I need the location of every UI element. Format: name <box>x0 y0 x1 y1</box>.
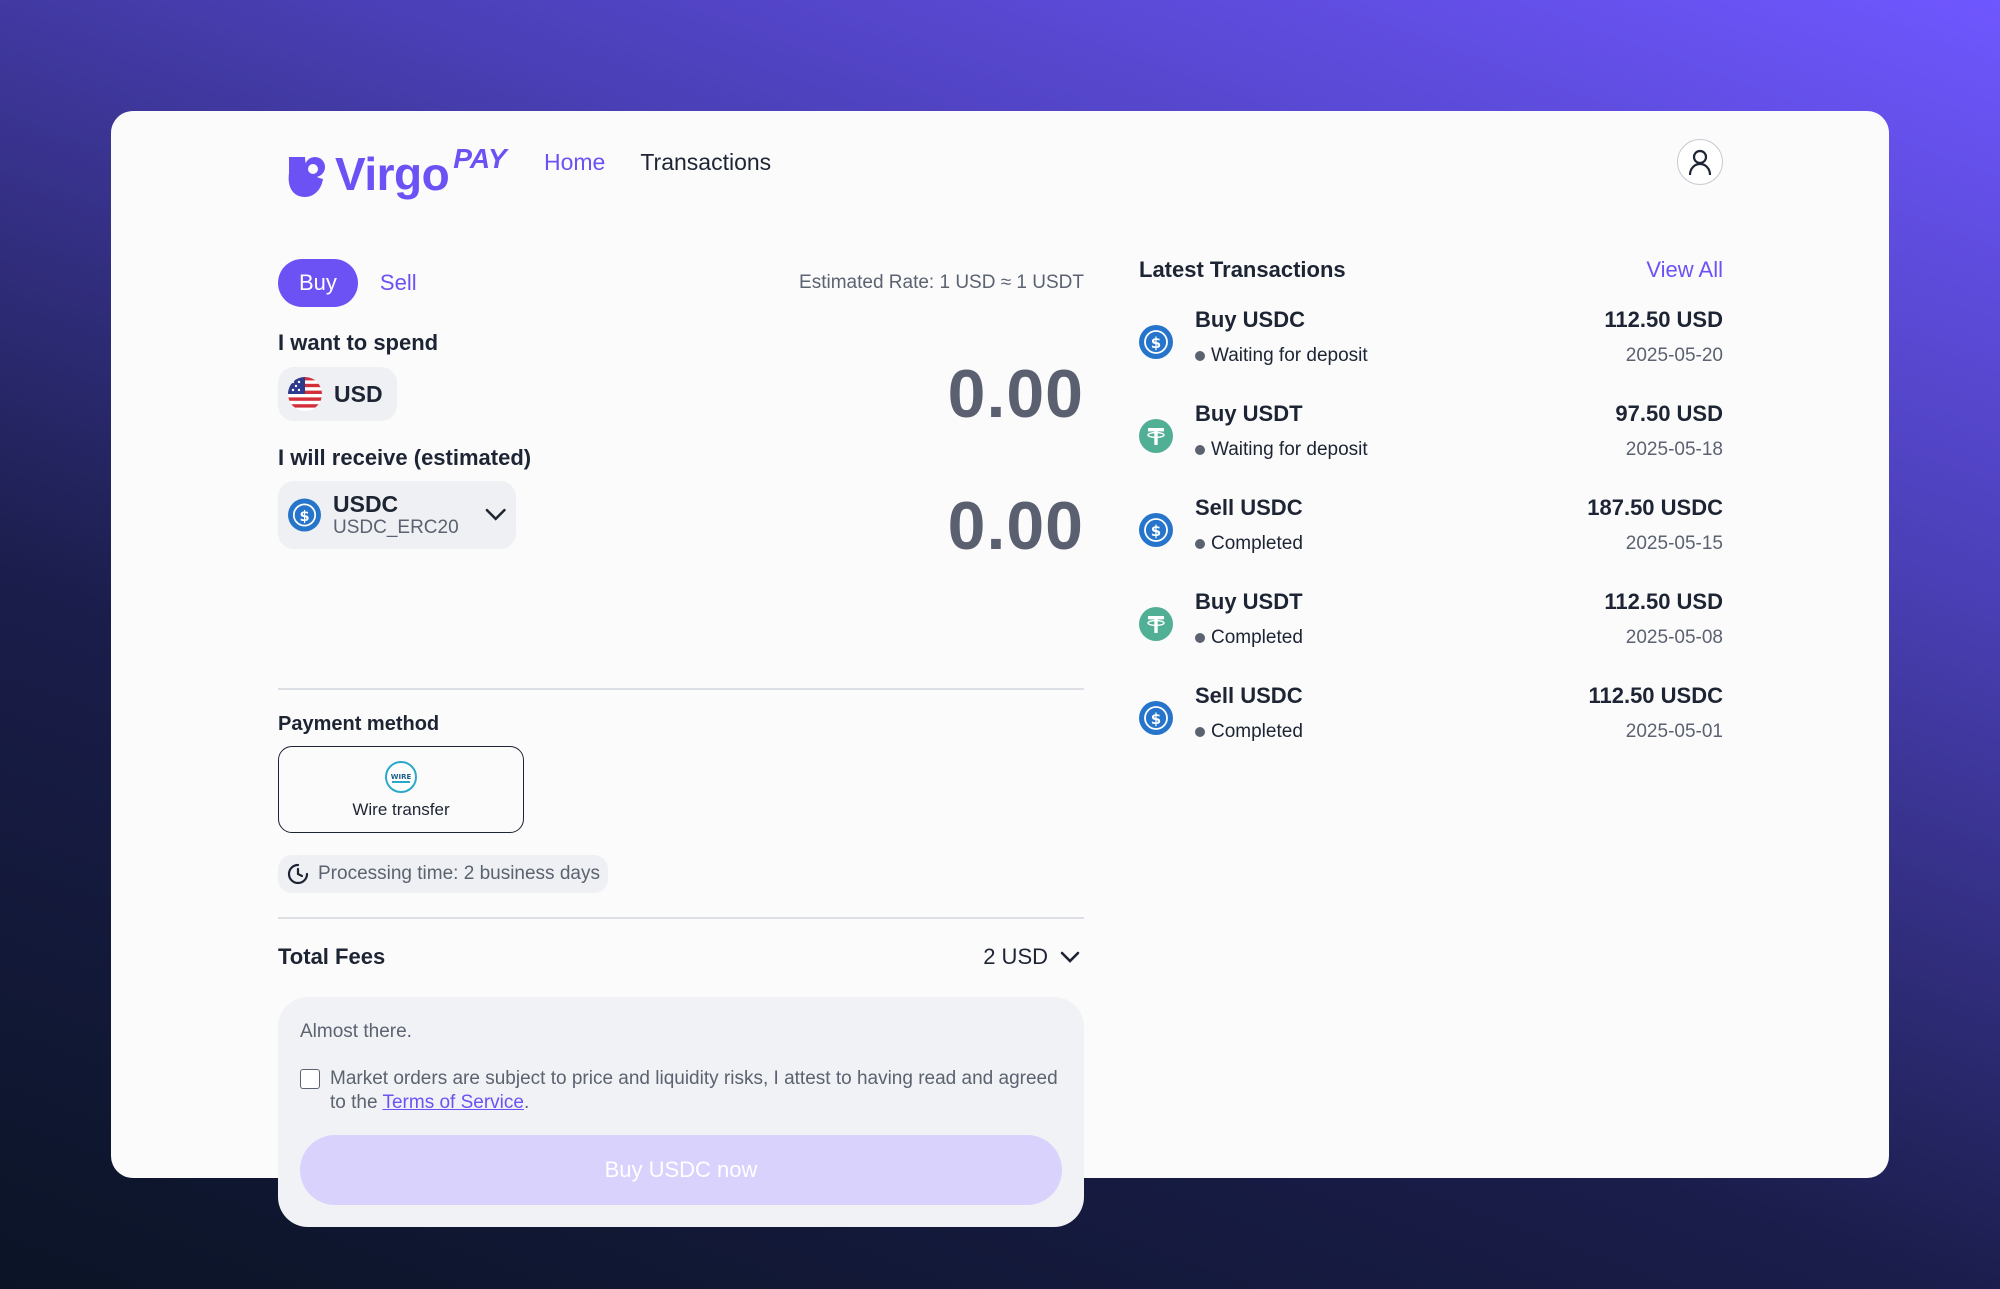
clock-icon <box>287 863 309 885</box>
transaction-status: Waiting for deposit <box>1195 345 1368 367</box>
transaction-date: 2025-05-18 <box>1625 439 1723 460</box>
chevron-down-icon <box>1060 951 1080 963</box>
divider <box>278 688 1084 690</box>
nav-home[interactable]: Home <box>544 149 605 176</box>
transaction-amount: 112.50 USD <box>1604 307 1723 332</box>
transaction-row[interactable]: Buy USDT Waiting for deposit 97.50 USD 2… <box>1139 401 1723 471</box>
total-fees-label: Total Fees <box>278 944 386 969</box>
top-nav: Home Transactions <box>544 149 771 176</box>
almost-there-text: Almost there. <box>300 1021 412 1042</box>
transaction-amount: 112.50 USDC <box>1588 683 1723 708</box>
usdt-icon <box>1139 419 1173 453</box>
logo-mark-icon <box>288 157 325 197</box>
buy-now-button[interactable]: Buy USDC now <box>300 1135 1062 1205</box>
wire-badge-text: WIRE <box>391 773 412 781</box>
trade-panel: Buy Sell Estimated Rate: 1 USD ≈ 1 USDT … <box>278 259 1084 1227</box>
receive-network: USDC_ERC20 <box>333 517 459 538</box>
transaction-date: 2025-05-01 <box>1625 721 1723 742</box>
svg-text:$: $ <box>1151 334 1161 352</box>
terms-text: Market orders are subject to price and l… <box>330 1067 1062 1115</box>
usdc-icon: $ <box>1139 325 1173 359</box>
divider <box>278 917 1084 919</box>
nav-transactions[interactable]: Transactions <box>640 149 771 176</box>
estimated-rate: Estimated Rate: 1 USD ≈ 1 USDT <box>799 272 1084 293</box>
transaction-date: 2025-05-15 <box>1625 533 1723 554</box>
status-dot <box>1195 445 1205 455</box>
transaction-date: 2025-05-08 <box>1625 627 1723 648</box>
payment-method-name: Wire transfer <box>352 799 450 819</box>
status-text: Completed <box>1211 533 1303 554</box>
terms-text-end: . <box>523 1092 530 1113</box>
svg-text:$: $ <box>1151 522 1161 540</box>
confirm-box: Almost there. Market orders are subject … <box>278 997 1084 1227</box>
total-fees-value: 2 USD <box>983 944 1048 969</box>
status-dot <box>1195 727 1205 737</box>
terms-row: Market orders are subject to price and l… <box>300 1067 1062 1115</box>
latest-transactions-title: Latest Transactions <box>1139 257 1346 282</box>
status-dot <box>1195 633 1205 643</box>
transaction-date: 2025-05-20 <box>1625 345 1723 366</box>
status-text: Waiting for deposit <box>1211 439 1368 460</box>
usdc-icon: $ <box>1139 701 1173 735</box>
processing-time-badge: Processing time: 2 business days <box>278 855 608 893</box>
svg-text:$: $ <box>1151 710 1161 728</box>
transaction-name: Sell USDC <box>1195 683 1303 708</box>
spend-label: I want to spend <box>278 330 439 355</box>
status-text: Completed <box>1211 721 1303 742</box>
receive-currency: USDC <box>333 491 399 517</box>
usdc-icon: $ <box>288 498 321 532</box>
payment-method-label: Payment method <box>278 713 440 735</box>
terms-of-service-link[interactable]: Terms of Service <box>382 1092 523 1113</box>
transaction-status: Completed <box>1195 533 1303 555</box>
user-icon <box>1688 149 1712 176</box>
receive-currency-dropdown[interactable]: $ USDC USDC_ERC20 <box>278 481 516 549</box>
tab-sell[interactable]: Sell <box>380 270 417 296</box>
transaction-name: Buy USDT <box>1195 401 1303 426</box>
main-card: Virgo PAY Home Transactions Buy Sell Est… <box>111 111 1889 1227</box>
logo-pay: PAY <box>453 143 507 174</box>
payment-method-wire-transfer[interactable]: WIRE Wire transfer <box>278 746 524 833</box>
usdc-icon: $ <box>1139 513 1173 547</box>
wire-transfer-icon: WIRE <box>385 760 417 793</box>
status-text: Waiting for deposit <box>1211 345 1368 366</box>
total-fees-toggle[interactable]: 2 USD <box>983 944 1080 970</box>
status-dot <box>1195 351 1205 361</box>
spend-currency: USD <box>334 380 383 407</box>
transaction-row[interactable]: $ Buy USDC Waiting for deposit 112.50 US… <box>1139 307 1723 377</box>
transaction-row[interactable]: $ Sell USDC Completed 112.50 USDC 2025-0… <box>1139 683 1723 753</box>
user-avatar-button[interactable] <box>1677 139 1723 185</box>
latest-transactions-panel: Latest Transactions View All $ Buy USDC … <box>1139 255 1723 742</box>
view-all-link[interactable]: View All <box>1646 257 1723 283</box>
transaction-row[interactable]: $ Sell USDC Completed 187.50 USDC 2025-0… <box>1139 495 1723 565</box>
status-dot <box>1195 539 1205 549</box>
spend-amount-input[interactable]: 0.00 <box>948 355 1084 433</box>
transaction-amount: 97.50 USD <box>1615 401 1723 426</box>
tab-buy[interactable]: Buy <box>278 259 358 307</box>
usdt-icon <box>1139 607 1173 641</box>
transaction-amount: 112.50 USD <box>1604 589 1723 614</box>
transaction-status: Completed <box>1195 721 1303 743</box>
receive-label: I will receive (estimated) <box>278 445 532 470</box>
receive-amount: 0.00 <box>947 488 1084 564</box>
latest-transactions-header: Latest Transactions View All <box>1139 255 1723 285</box>
chevron-down-icon <box>485 508 506 521</box>
transaction-status: Waiting for deposit <box>1195 439 1368 461</box>
transaction-name: Buy USDT <box>1195 589 1303 614</box>
svg-text:$: $ <box>299 508 309 525</box>
transaction-name: Buy USDC <box>1195 307 1306 332</box>
transaction-status: Completed <box>1195 627 1303 649</box>
spend-currency-selector[interactable]: USD <box>278 367 397 421</box>
processing-time: Processing time: 2 business days <box>318 863 600 884</box>
us-flag-icon <box>288 377 322 411</box>
logo-word: Virgo <box>335 148 450 200</box>
virgopay-logo[interactable]: Virgo PAY <box>283 137 507 201</box>
transaction-amount: 187.50 USDC <box>1587 495 1723 520</box>
status-text: Completed <box>1211 627 1303 648</box>
terms-checkbox[interactable] <box>300 1069 320 1089</box>
transaction-row[interactable]: Buy USDT Completed 112.50 USD 2025-05-08 <box>1139 589 1723 659</box>
transaction-name: Sell USDC <box>1195 495 1303 520</box>
